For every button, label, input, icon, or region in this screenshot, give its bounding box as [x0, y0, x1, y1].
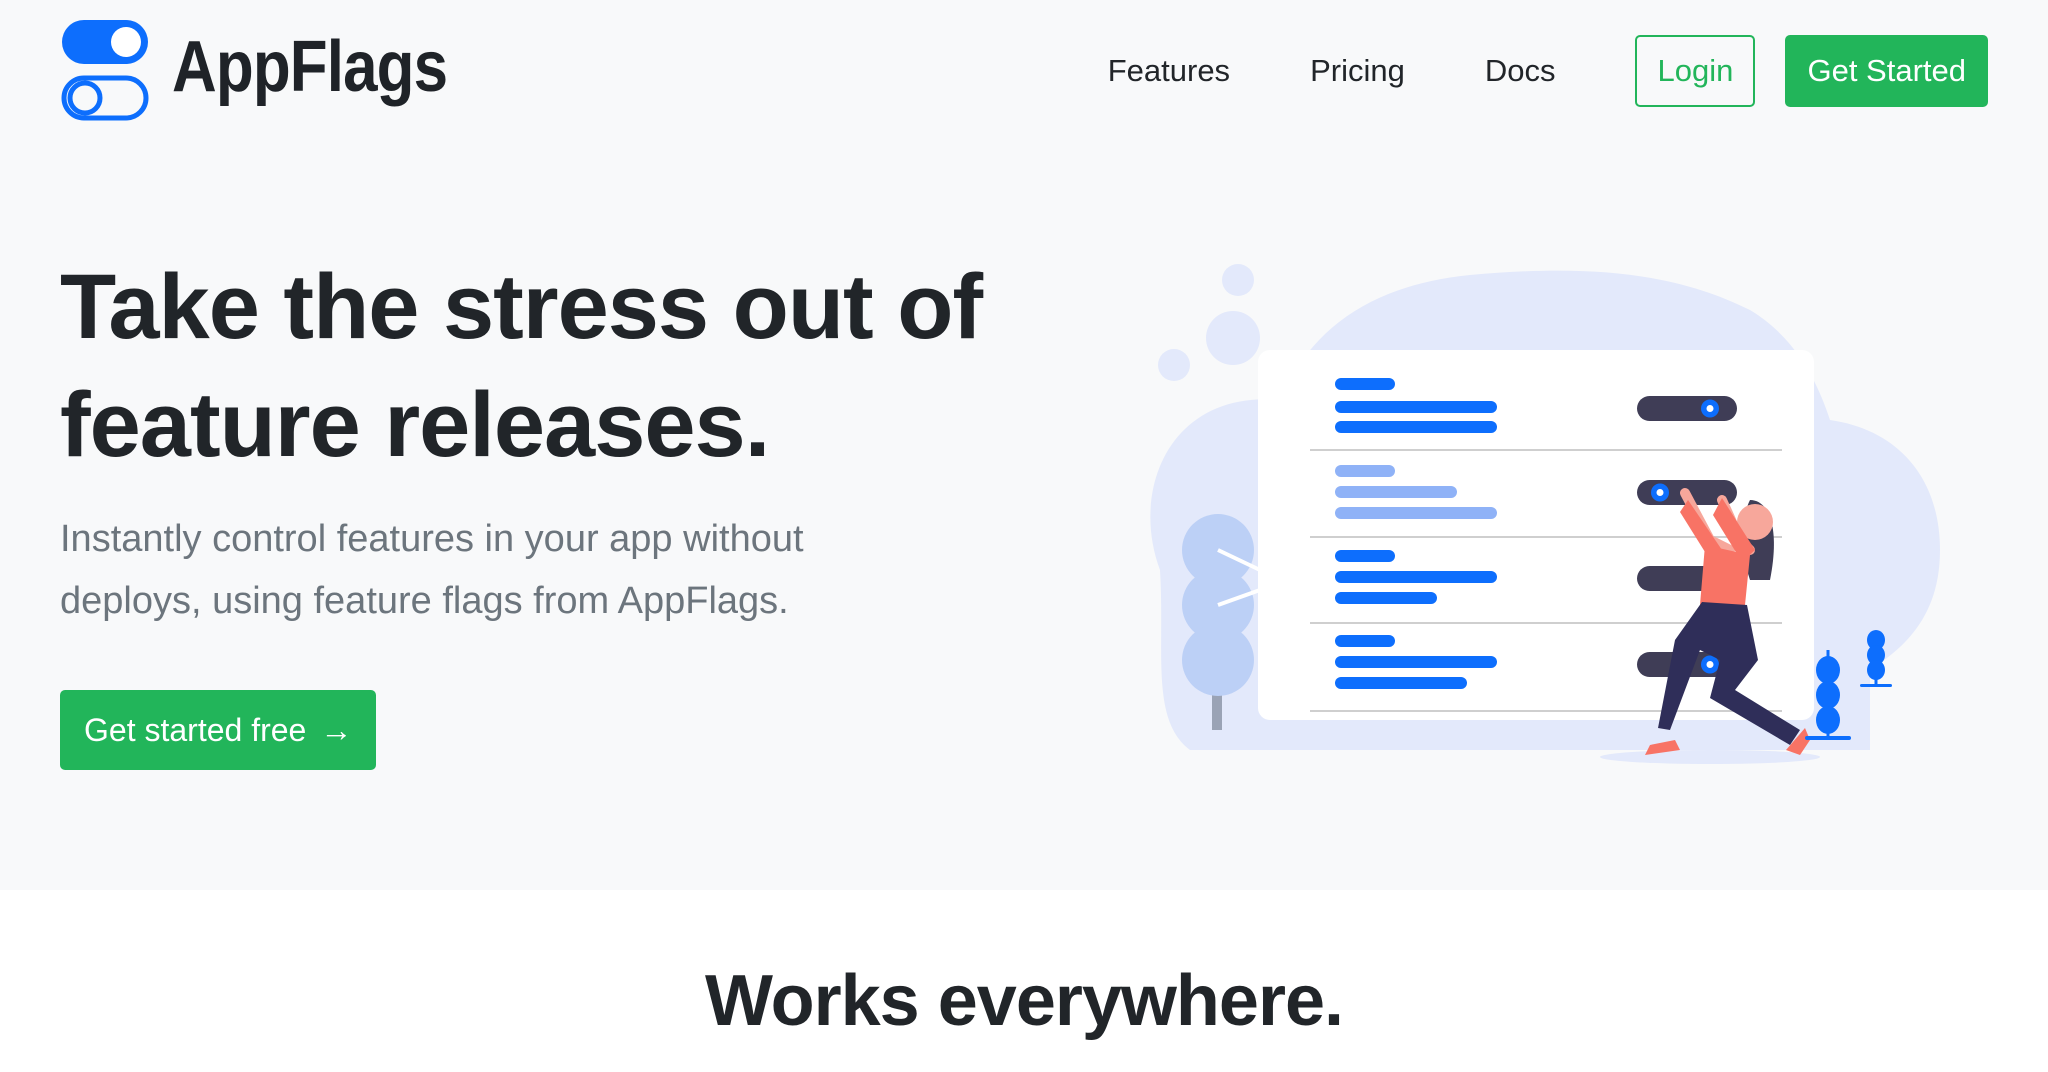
bubble-small-left: [1158, 349, 1190, 381]
hero-subtitle: Instantly control features in your app w…: [60, 508, 920, 632]
arrow-right-icon: →: [320, 711, 353, 748]
hero-title-line-2: feature releases.: [60, 374, 770, 476]
hero-section: AppFlags Features Pricing Docs Login Get…: [0, 0, 2048, 890]
nav-link-docs[interactable]: Docs: [1485, 53, 1556, 89]
woman-toggling-feature-flags-illustration: [1150, 264, 1940, 764]
hero-subtitle-line-1: Instantly control features in your app w…: [60, 518, 804, 560]
toggle-switches-icon: [61, 20, 149, 121]
hero-subtitle-line-2: deploys, using feature flags from AppFla…: [60, 580, 789, 622]
get-started-free-button[interactable]: Get started free →: [60, 690, 377, 770]
bubble-small-top: [1222, 264, 1254, 296]
nav-link-pricing[interactable]: Pricing: [1310, 53, 1405, 89]
floor-shadow: [1600, 750, 1820, 764]
hero-title-line-1: Take the stress out of: [60, 256, 983, 358]
brand-name: AppFlags: [172, 27, 448, 107]
hero-title: Take the stress out of feature releases.: [60, 248, 1060, 484]
get-started-button[interactable]: Get Started: [1785, 35, 1988, 107]
brand-logo[interactable]: AppFlags: [60, 18, 492, 122]
login-button[interactable]: Login: [1635, 35, 1756, 107]
cta-label: Get started free: [84, 711, 307, 748]
bubble-medium: [1206, 311, 1260, 365]
top-nav: Features Pricing Docs Login Get Started: [1108, 34, 1988, 108]
works-everywhere-heading: Works everywhere.: [704, 961, 1344, 1041]
nav-link-features[interactable]: Features: [1108, 53, 1230, 89]
